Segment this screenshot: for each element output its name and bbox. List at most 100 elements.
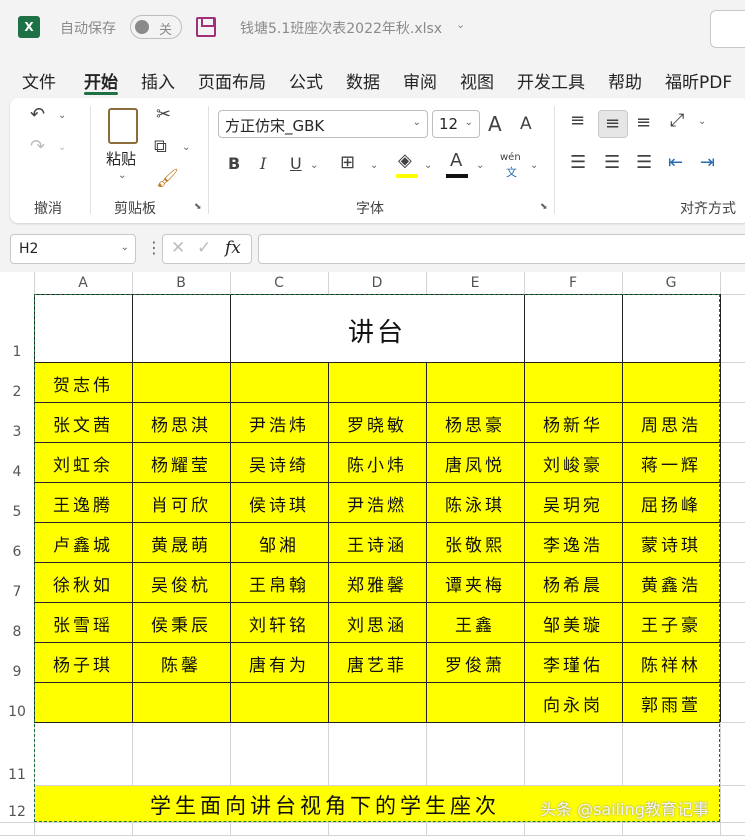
copy-icon[interactable]: ⧉	[154, 136, 167, 157]
column-header[interactable]: D	[328, 272, 426, 294]
bold-button[interactable]: B	[228, 154, 240, 173]
tab-review[interactable]: 审阅	[403, 68, 437, 93]
tab-help[interactable]: 帮助	[608, 68, 642, 93]
dialog-launcher-icon[interactable]: ⬊	[194, 202, 202, 212]
chevron-down-icon[interactable]: ⌄	[310, 160, 318, 171]
worksheet-grid[interactable]: A B C D E F G 1 2 3 4 5 6 7 8 9 10 11 12 讲台 贺志伟 张文茜 杨思淇 尹浩炜 罗晓敏杨…	[0, 272, 745, 836]
format-painter-icon[interactable]: 🖌	[156, 168, 179, 189]
column-header[interactable]: A	[34, 272, 132, 294]
formula-buttons: ✕ ✓ fx	[162, 234, 252, 264]
toggle-label: 关	[159, 23, 173, 38]
active-tab-indicator	[84, 92, 118, 95]
copy-marquee	[34, 294, 720, 822]
row-header[interactable]: 8	[0, 602, 34, 642]
chevron-down-icon[interactable]: ⌄	[698, 116, 706, 127]
name-box[interactable]: H2 ⌄	[10, 234, 136, 264]
align-right-icon[interactable]: ☰	[636, 152, 652, 173]
chevron-down-icon[interactable]: ⌄	[424, 160, 432, 171]
tab-home[interactable]: 开始	[84, 68, 118, 93]
cell-border	[720, 294, 721, 722]
cut-icon[interactable]: ✂	[156, 104, 171, 125]
ribbon: ↶ ⌄ ↷ ⌄ 撤消 粘贴 ⌄ ✂ ⧉ ⌄ 🖌 剪贴板 ⬊ 方正仿宋_GBK ⌄…	[10, 98, 745, 223]
save-icon[interactable]	[196, 17, 216, 37]
paste-icon[interactable]	[108, 108, 138, 144]
autosave-toggle[interactable]: 关	[130, 15, 182, 39]
borders-icon[interactable]: ⊞	[340, 152, 355, 173]
chevron-down-icon[interactable]: ⌄	[530, 160, 538, 171]
chevron-down-icon: ⌄	[412, 117, 421, 128]
tab-view[interactable]: 视图	[460, 68, 494, 93]
grow-font-icon[interactable]: A	[488, 112, 502, 136]
align-left-icon[interactable]: ☰	[570, 152, 586, 173]
title-bar: X 自动保存 关 钱塘5.1班座次表2022年秋.xlsx ⌄	[0, 0, 745, 58]
group-separator	[208, 106, 209, 214]
tab-formulas[interactable]: 公式	[289, 68, 323, 93]
tab-insert[interactable]: 插入	[141, 68, 175, 93]
italic-button[interactable]: I	[260, 154, 266, 173]
font-color-icon[interactable]: A	[450, 150, 462, 171]
underline-button[interactable]: U	[290, 154, 302, 173]
more-options-icon[interactable]: ⋮	[146, 238, 162, 257]
select-all-corner[interactable]	[0, 272, 34, 294]
group-label-font: 字体	[356, 201, 384, 217]
row-header[interactable]: 9	[0, 642, 34, 682]
dialog-launcher-icon[interactable]: ⬊	[540, 202, 548, 212]
row-header[interactable]: 3	[0, 402, 34, 442]
column-header[interactable]: C	[230, 272, 328, 294]
file-name[interactable]: 钱塘5.1班座次表2022年秋.xlsx	[240, 18, 442, 38]
align-bottom-icon[interactable]: ≡	[636, 112, 651, 133]
font-name-select[interactable]: 方正仿宋_GBK ⌄	[218, 110, 428, 138]
chevron-down-icon[interactable]: ⌄	[456, 18, 465, 31]
decrease-indent-icon[interactable]: ⇤	[668, 152, 683, 173]
phonetic-guide-icon[interactable]: wén	[500, 152, 521, 163]
formula-input[interactable]	[258, 234, 745, 264]
undo-icon[interactable]: ↶	[30, 104, 45, 125]
tab-file[interactable]: 文件	[22, 68, 56, 93]
insert-function-button[interactable]: fx	[225, 238, 241, 258]
font-size-value: 12	[439, 115, 459, 133]
cancel-icon[interactable]: ✕	[171, 238, 185, 258]
orientation-icon[interactable]: ⤢	[670, 110, 684, 131]
group-separator	[90, 106, 91, 214]
chevron-down-icon: ⌄	[464, 117, 473, 128]
font-name-value: 方正仿宋_GBK	[225, 117, 325, 135]
chevron-down-icon[interactable]: ⌄	[118, 170, 126, 181]
column-header[interactable]: G	[622, 272, 720, 294]
row-header[interactable]: 12	[0, 785, 34, 822]
search-box[interactable]	[710, 10, 745, 48]
align-middle-button[interactable]: ≡	[598, 110, 628, 138]
enter-icon[interactable]: ✓	[197, 238, 211, 258]
chevron-down-icon[interactable]: ⌄	[58, 110, 66, 121]
chevron-down-icon[interactable]: ⌄	[370, 160, 378, 171]
font-size-select[interactable]: 12 ⌄	[432, 110, 480, 138]
shrink-font-icon[interactable]: A	[520, 114, 532, 134]
tab-data[interactable]: 数据	[346, 68, 380, 93]
tab-page-layout[interactable]: 页面布局	[198, 68, 266, 93]
align-top-icon[interactable]: ≡	[570, 110, 585, 131]
tab-developer[interactable]: 开发工具	[517, 68, 585, 93]
group-separator	[554, 106, 555, 214]
paste-button[interactable]: 粘贴	[106, 148, 136, 169]
chevron-down-icon[interactable]: ⌄	[58, 142, 66, 153]
fill-color-icon[interactable]: ◈	[398, 150, 412, 171]
align-center-icon[interactable]: ☰	[604, 152, 620, 173]
row-header[interactable]: 6	[0, 522, 34, 562]
tab-foxit-pdf[interactable]: 福昕PDF	[665, 68, 732, 93]
row-header[interactable]: 5	[0, 482, 34, 522]
watermark-text: 头条 @sailing教育记事	[540, 800, 709, 819]
chevron-down-icon[interactable]: ⌄	[182, 142, 190, 153]
chevron-down-icon: ⌄	[120, 242, 129, 253]
increase-indent-icon[interactable]: ⇥	[700, 152, 715, 173]
font-color-swatch	[446, 174, 468, 178]
row-header[interactable]: 1	[0, 294, 34, 362]
row-header[interactable]: 2	[0, 362, 34, 402]
row-header[interactable]: 10	[0, 682, 34, 722]
column-header[interactable]: E	[426, 272, 524, 294]
chevron-down-icon[interactable]: ⌄	[476, 160, 484, 171]
redo-icon[interactable]: ↷	[30, 136, 45, 157]
row-header[interactable]: 4	[0, 442, 34, 482]
row-header[interactable]: 11	[0, 722, 34, 785]
column-header[interactable]: F	[524, 272, 622, 294]
column-header[interactable]: B	[132, 272, 230, 294]
row-header[interactable]: 7	[0, 562, 34, 602]
